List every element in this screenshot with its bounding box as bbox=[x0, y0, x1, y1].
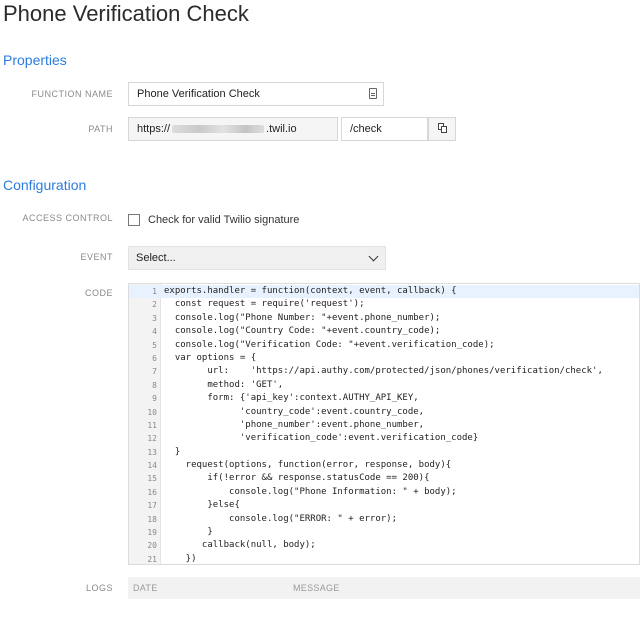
code-text: }) bbox=[164, 553, 197, 565]
line-number: 20 bbox=[129, 539, 157, 552]
code-text: request(options, function(error, respons… bbox=[164, 459, 451, 472]
code-line[interactable]: 15 if(!error && response.statusCode == 2… bbox=[129, 472, 639, 485]
logs-header: DATE MESSAGE bbox=[128, 577, 640, 599]
code-text: } bbox=[164, 526, 213, 539]
line-number: 10 bbox=[129, 406, 157, 419]
code-line[interactable]: 10 'country_code':event.country_code, bbox=[129, 406, 639, 419]
properties-heading: Properties bbox=[3, 52, 67, 68]
code-line[interactable]: 17 }else{ bbox=[129, 499, 639, 512]
code-line[interactable]: 12 'verification_code':event.verificatio… bbox=[129, 432, 639, 445]
code-line[interactable]: 7 url: 'https://api.authy.com/protected/… bbox=[129, 365, 639, 378]
code-line[interactable]: 6 var options = { bbox=[129, 352, 639, 365]
blurred-domain bbox=[172, 125, 264, 133]
code-editor[interactable]: 1 exports.handler = function(context, eve… bbox=[128, 283, 640, 565]
code-text: url: 'https://api.authy.com/protected/js… bbox=[164, 365, 603, 378]
code-text: const request = require('request'); bbox=[164, 298, 364, 311]
code-text: method: 'GET', bbox=[164, 379, 283, 392]
line-number: 21 bbox=[129, 553, 157, 565]
function-name-label: FUNCTION NAME bbox=[0, 89, 113, 99]
copy-icon bbox=[438, 123, 448, 134]
path-prefix: https:// bbox=[137, 123, 170, 135]
path-domain-suffix: .twil.io bbox=[266, 123, 297, 135]
code-text: console.log("Phone Number: "+event.phone… bbox=[164, 312, 440, 325]
configuration-heading: Configuration bbox=[3, 177, 86, 193]
line-number: 19 bbox=[129, 526, 157, 539]
code-line[interactable]: 8 method: 'GET', bbox=[129, 379, 639, 392]
line-number: 17 bbox=[129, 499, 157, 512]
line-number: 6 bbox=[129, 352, 157, 365]
code-line[interactable]: 21 }) bbox=[129, 553, 639, 565]
code-line[interactable]: 5 console.log("Verification Code: "+even… bbox=[129, 339, 639, 352]
line-number: 16 bbox=[129, 486, 157, 499]
code-line[interactable]: 9 form: {'api_key':context.AUTHY_API_KEY… bbox=[129, 392, 639, 405]
code-text: }else{ bbox=[164, 499, 240, 512]
code-line[interactable]: 19 } bbox=[129, 526, 639, 539]
code-text: form: {'api_key':context.AUTHY_API_KEY, bbox=[164, 392, 419, 405]
code-text: console.log("ERROR: " + error); bbox=[164, 513, 397, 526]
code-text: if(!error && response.statusCode == 200)… bbox=[164, 472, 430, 485]
logs-label: LOGS bbox=[0, 583, 113, 593]
line-number: 13 bbox=[129, 446, 157, 459]
access-control-label: ACCESS CONTROL bbox=[0, 213, 113, 223]
code-line[interactable]: 1 exports.handler = function(context, eve… bbox=[129, 285, 639, 298]
code-text: } bbox=[164, 446, 180, 459]
code-text: console.log("Verification Code: "+event.… bbox=[164, 339, 495, 352]
function-name-input[interactable]: Phone Verification Check bbox=[128, 82, 384, 106]
code-line[interactable]: 3 console.log("Phone Number: "+event.pho… bbox=[129, 312, 639, 325]
line-number: 15 bbox=[129, 472, 157, 485]
event-select-value: Select... bbox=[136, 252, 176, 264]
code-text: console.log("Phone Information: " + body… bbox=[164, 486, 457, 499]
line-number: 18 bbox=[129, 513, 157, 526]
line-number: 7 bbox=[129, 365, 157, 378]
event-select[interactable]: Select... bbox=[128, 246, 386, 270]
line-number: 11 bbox=[129, 419, 157, 432]
line-number: 12 bbox=[129, 432, 157, 445]
path-value: /check bbox=[350, 123, 382, 135]
code-text: 'phone_number':event.phone_number, bbox=[164, 419, 424, 432]
page-title: Phone Verification Check bbox=[3, 1, 249, 27]
code-line[interactable]: 13 } bbox=[129, 446, 639, 459]
logs-message-column: MESSAGE bbox=[293, 583, 340, 593]
line-number: 4 bbox=[129, 325, 157, 338]
twilio-signature-label: Check for valid Twilio signature bbox=[148, 214, 299, 226]
code-text: console.log("Country Code: "+event.count… bbox=[164, 325, 440, 338]
line-number: 2 bbox=[129, 298, 157, 311]
line-number: 3 bbox=[129, 312, 157, 325]
path-domain-field: https:// .twil.io bbox=[128, 117, 338, 141]
code-line[interactable]: 16 console.log("Phone Information: " + b… bbox=[129, 486, 639, 499]
code-text: callback(null, body); bbox=[164, 539, 316, 552]
line-number: 8 bbox=[129, 379, 157, 392]
code-text: exports.handler = function(context, even… bbox=[164, 285, 457, 298]
logs-date-column: DATE bbox=[133, 583, 158, 593]
code-lines: 1 exports.handler = function(context, eve… bbox=[129, 285, 639, 565]
code-line[interactable]: 18 console.log("ERROR: " + error); bbox=[129, 513, 639, 526]
line-number: 5 bbox=[129, 339, 157, 352]
line-number: 1 bbox=[129, 285, 157, 298]
code-line[interactable]: 11 'phone_number':event.phone_number, bbox=[129, 419, 639, 432]
code-line[interactable]: 14 request(options, function(error, resp… bbox=[129, 459, 639, 472]
event-label: EVENT bbox=[0, 252, 113, 262]
code-line[interactable]: 2 const request = require('request'); bbox=[129, 298, 639, 311]
document-icon bbox=[369, 88, 377, 99]
code-text: var options = { bbox=[164, 352, 256, 365]
function-name-value: Phone Verification Check bbox=[137, 88, 260, 100]
code-line[interactable]: 4 console.log("Country Code: "+event.cou… bbox=[129, 325, 639, 338]
line-number: 14 bbox=[129, 459, 157, 472]
code-text: 'verification_code':event.verification_c… bbox=[164, 432, 478, 445]
code-label: CODE bbox=[0, 288, 113, 298]
chevron-down-icon bbox=[369, 252, 379, 262]
code-line[interactable]: 20 callback(null, body); bbox=[129, 539, 639, 552]
twilio-signature-checkbox[interactable] bbox=[128, 214, 140, 226]
line-number: 9 bbox=[129, 392, 157, 405]
path-label: PATH bbox=[0, 124, 113, 134]
path-input[interactable]: /check bbox=[341, 117, 428, 141]
code-text: 'country_code':event.country_code, bbox=[164, 406, 424, 419]
